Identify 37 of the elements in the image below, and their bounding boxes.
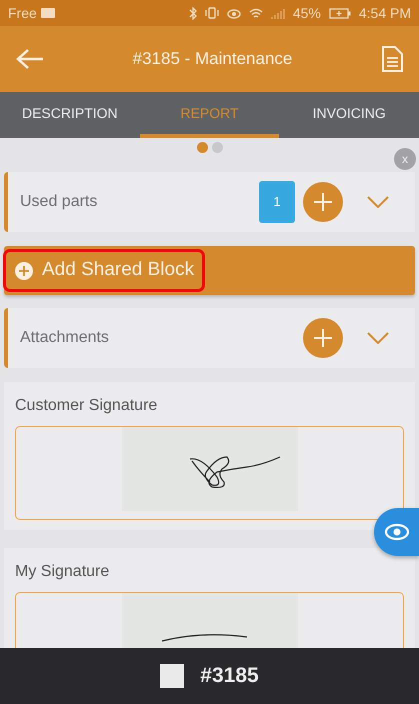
close-button[interactable]: x: [394, 148, 416, 170]
count-badge[interactable]: 1: [259, 181, 295, 223]
signature-label: My Signature: [15, 562, 110, 582]
plus-icon: [312, 326, 334, 349]
eye-icon: [384, 522, 410, 541]
wifi-icon: [248, 8, 263, 18]
tab[interactable]: REPORT: [140, 92, 280, 138]
carrier-label: Free: [8, 4, 37, 22]
plus-icon: [312, 190, 334, 213]
tab[interactable]: DESCRIPTION: [0, 92, 140, 138]
cast-icon: [40, 8, 55, 18]
vibrate-icon: [204, 7, 219, 19]
document-icon[interactable]: [380, 46, 403, 72]
ticket-number: #3185: [200, 663, 259, 690]
signature-label: Customer Signature: [15, 396, 158, 416]
eye-icon: [226, 8, 241, 18]
clock-time: 4:54 PM: [358, 4, 411, 22]
chevron-down-icon[interactable]: [367, 332, 389, 344]
plus-circle-icon: [14, 260, 34, 280]
back-button[interactable]: [16, 47, 44, 71]
section-title: Used parts: [20, 192, 98, 212]
add-button[interactable]: [303, 182, 343, 222]
page-dot[interactable]: [196, 142, 208, 153]
tab[interactable]: INVOICING: [279, 92, 419, 138]
signature-field[interactable]: [15, 426, 404, 520]
add-button[interactable]: [303, 318, 343, 358]
page-dot[interactable]: [212, 142, 222, 153]
page-title: #3185 - Maintenance: [132, 48, 292, 70]
bluetooth-icon: [188, 6, 197, 20]
section-title: Attachments: [20, 328, 110, 348]
chevron-down-icon[interactable]: [367, 196, 389, 208]
signal-icon: [270, 8, 285, 18]
battery-icon: [328, 8, 351, 18]
add-shared-block-button[interactable]: Add Shared Block: [6, 252, 202, 289]
checkbox[interactable]: [160, 664, 184, 688]
battery-percent: 45%: [292, 4, 321, 22]
eye-button[interactable]: [374, 508, 419, 556]
